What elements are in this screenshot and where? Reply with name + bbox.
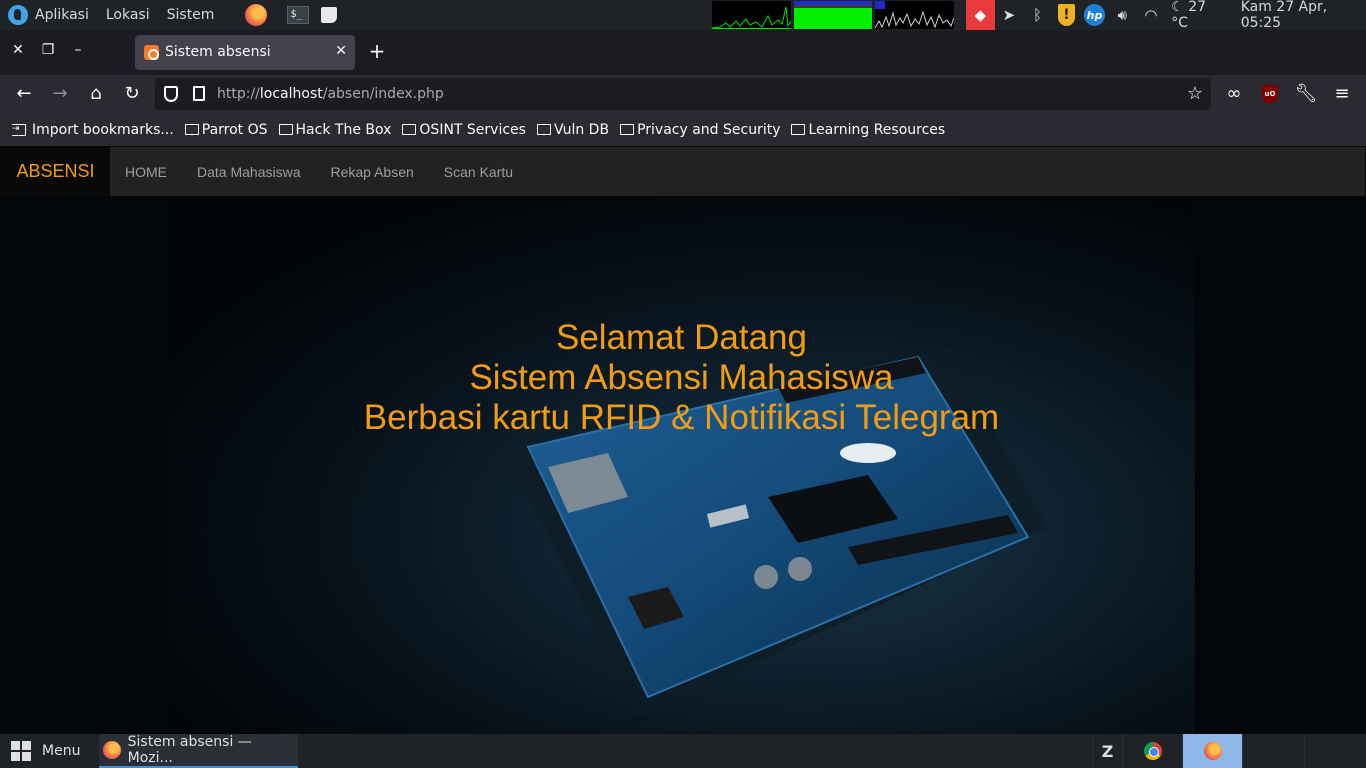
tracking-protection-shield-icon[interactable] xyxy=(164,86,178,102)
weather-temperature[interactable]: ☾ 27 °C xyxy=(1171,0,1224,31)
system-tray: ◆ ➤ ᛒ ! hp 🔊︎ ◠ ☾ 27 °C Kam 27 Apr, 05:2… xyxy=(966,0,1366,31)
panel-menu-applications[interactable]: Aplikasi xyxy=(35,7,89,23)
hero-line-rfid: Berbasi kartu RFID & Notifikasi Telegram xyxy=(363,398,1000,437)
home-icon[interactable]: ⌂ xyxy=(84,82,108,106)
bluetooth-icon[interactable]: ᛒ xyxy=(1023,0,1052,30)
taskbar-tray: Z xyxy=(1092,734,1366,768)
tab-title: Sistem absensi xyxy=(165,44,271,60)
terminal-launcher-icon[interactable]: $_ xyxy=(287,6,310,24)
notes-launcher-icon[interactable] xyxy=(321,7,338,23)
back-arrow-icon[interactable]: ← xyxy=(12,82,36,106)
menu-label: Menu xyxy=(42,743,81,759)
forward-arrow-icon[interactable]: → xyxy=(48,82,72,106)
nav-link-scan-kartu[interactable]: Scan Kartu xyxy=(429,147,528,196)
workspace-empty-3[interactable] xyxy=(1242,734,1304,768)
bookmark-folder-osint-services[interactable]: OSINT Services xyxy=(402,122,526,138)
folder-icon xyxy=(184,124,199,135)
wifi-icon[interactable]: ◠ xyxy=(1137,0,1166,30)
page-info-icon[interactable] xyxy=(193,86,205,101)
web-page-viewport: ABSENSI HOME Data Mahasiswa Rekap Absen … xyxy=(0,146,1366,734)
start-menu-button[interactable]: Menu xyxy=(11,734,80,768)
folder-icon xyxy=(278,124,293,135)
bookmark-label: Vuln DB xyxy=(553,121,610,138)
tab-sistem-absensi[interactable]: Sistem absensi ✕ xyxy=(135,35,355,70)
browser-navigation-bar: ← → ⌂ ↻ http://localhost/absen/index.php… xyxy=(0,75,1366,113)
reload-icon[interactable]: ↻ xyxy=(120,82,144,106)
window-restore-icon[interactable]: ❐ xyxy=(38,40,58,60)
site-brand[interactable]: ABSENSI xyxy=(1,147,110,196)
hero-line-system: Sistem Absensi Mahasiswa xyxy=(469,358,894,397)
desktop-taskbar: Menu Sistem absensi — Mozi... Z xyxy=(0,734,1366,768)
bookmark-label: Parrot OS xyxy=(201,121,268,138)
taskbar-window-firefox[interactable]: Sistem absensi — Mozi... xyxy=(99,734,298,768)
hamburger-menu-icon[interactable]: ≡ xyxy=(1330,82,1354,106)
bookmark-label: Privacy and Security xyxy=(637,121,781,138)
bookmark-folder-hack-the-box[interactable]: Hack The Box xyxy=(278,121,392,138)
telegram-icon[interactable]: ➤ xyxy=(995,0,1024,30)
hero-line-welcome: Selamat Datang xyxy=(556,318,807,357)
window-close-icon[interactable]: ✕ xyxy=(8,40,28,60)
nav-link-home[interactable]: HOME xyxy=(110,147,182,196)
bookmark-star-icon[interactable]: ☆ xyxy=(1187,83,1203,104)
bookmark-folder-learning-resources[interactable]: Learning Resources xyxy=(791,122,945,138)
bookmark-folder-privacy-security[interactable]: Privacy and Security xyxy=(620,122,780,138)
cpu-monitor-graph xyxy=(712,1,791,29)
bookmark-folder-parrot-os[interactable]: Parrot OS xyxy=(184,121,268,138)
panel-menu-system[interactable]: Sistem xyxy=(167,7,215,23)
arduino-board-illustration xyxy=(508,347,1048,717)
updates-icon[interactable]: ◆ xyxy=(966,0,995,30)
grid-menu-icon xyxy=(11,741,31,761)
filezilla-icon[interactable]: Z xyxy=(1092,734,1122,768)
url-host: localhost xyxy=(259,86,323,102)
firefox-icon xyxy=(103,741,121,759)
security-warning-icon[interactable]: ! xyxy=(1057,4,1075,26)
folder-icon xyxy=(620,124,635,135)
taskbar-window-label: Sistem absensi — Mozi... xyxy=(127,734,252,766)
xampp-favicon-icon xyxy=(144,45,159,60)
bookmark-folder-vuln-db[interactable]: Vuln DB xyxy=(536,121,610,138)
hero-heading: Selamat Datang Sistem Absensi Mahasiswa … xyxy=(168,318,1195,438)
hero-background-image xyxy=(168,197,1195,734)
tab-close-icon[interactable]: ✕ xyxy=(335,43,347,59)
parrot-os-logo-icon[interactable] xyxy=(8,5,28,25)
hp-printer-icon[interactable]: hp xyxy=(1084,4,1105,26)
weather-value: 27 °C xyxy=(1171,0,1207,31)
bookmark-label: OSINT Services xyxy=(419,121,526,138)
url-path: /absen/index.php xyxy=(322,86,444,102)
clock[interactable]: Kam 27 Apr, 05:25 xyxy=(1241,0,1366,31)
bookmarks-toolbar: ⇥ Import bookmarks... Parrot OS Hack The … xyxy=(0,113,1366,146)
folder-icon xyxy=(536,124,551,135)
workspace-firefox-active[interactable] xyxy=(1182,734,1242,768)
site-navbar: ABSENSI HOME Data Mahasiswa Rekap Absen … xyxy=(0,146,1366,197)
network-monitor-graph xyxy=(875,1,954,29)
private-browsing-mask-icon[interactable]: ∞ xyxy=(1222,82,1246,106)
chrome-icon xyxy=(1143,742,1162,760)
folder-icon xyxy=(791,124,806,135)
folder-icon xyxy=(402,124,417,135)
wrench-tools-icon[interactable]: 🔧︎ xyxy=(1294,82,1318,106)
bookmark-import[interactable]: ⇥ Import bookmarks... xyxy=(12,122,174,138)
desktop-top-panel: Aplikasi Lokasi Sistem $_ ◆ ➤ ᛒ ! hp 🔊︎ … xyxy=(0,0,1366,31)
bookmark-label: Import bookmarks... xyxy=(32,121,174,138)
new-tab-plus-icon[interactable]: + xyxy=(367,39,387,63)
nav-link-data-mahasiswa[interactable]: Data Mahasiswa xyxy=(182,147,316,196)
memory-monitor-graph xyxy=(794,1,872,29)
bookmark-label: Learning Resources xyxy=(808,121,946,138)
browser-tab-bar: ✕ ❐ – Sistem absensi ✕ + xyxy=(0,30,1366,75)
nav-link-rekap-absen[interactable]: Rekap Absen xyxy=(316,147,429,196)
firefox-launcher-icon[interactable] xyxy=(245,4,268,26)
import-icon: ⇥ xyxy=(12,123,26,136)
bookmark-label: Hack The Box xyxy=(295,121,392,138)
url-prefix: http:// xyxy=(217,86,260,102)
workspace-chrome[interactable] xyxy=(1122,734,1182,768)
panel-menu-places[interactable]: Lokasi xyxy=(106,7,150,23)
ublock-origin-icon[interactable]: uO xyxy=(1262,85,1278,103)
url-text[interactable]: http://localhost/absen/index.php xyxy=(217,86,444,102)
url-bar[interactable]: http://localhost/absen/index.php ☆ xyxy=(155,78,1211,110)
window-minimize-icon[interactable]: – xyxy=(68,40,88,60)
volume-icon[interactable]: 🔊︎ xyxy=(1108,0,1137,30)
firefox-icon xyxy=(1203,742,1222,760)
workspace-empty-4[interactable] xyxy=(1304,734,1366,768)
